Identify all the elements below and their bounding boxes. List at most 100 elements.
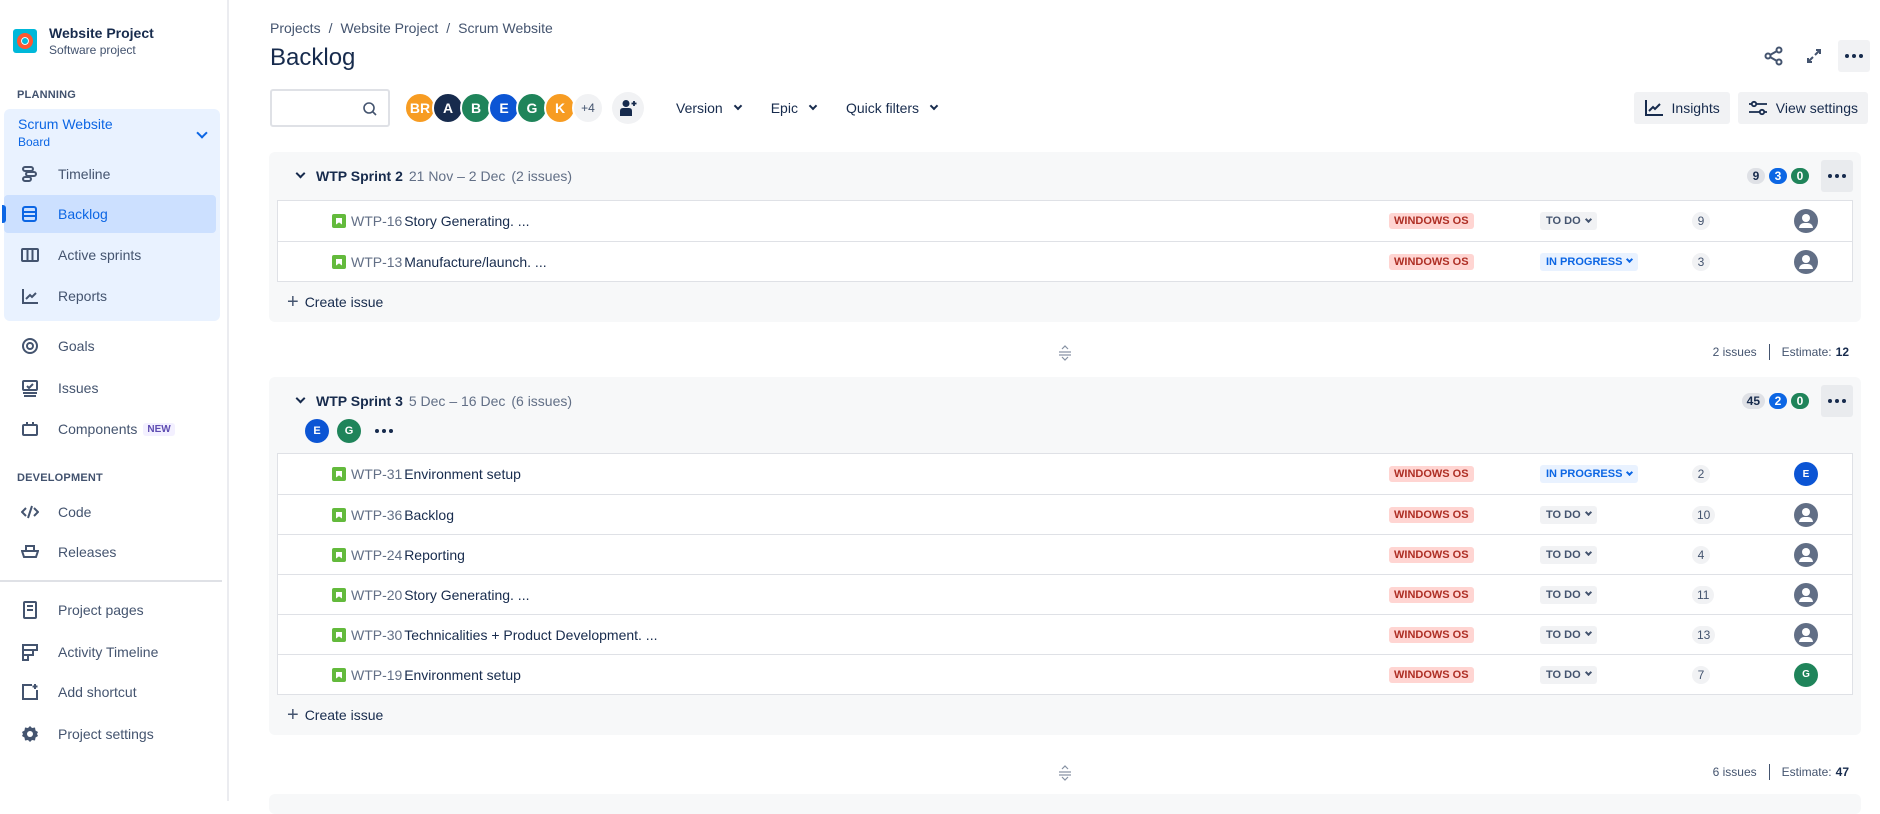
chevron-down-icon[interactable] — [295, 168, 306, 179]
issue-summary[interactable]: Manufacture/launch. ... — [404, 254, 546, 270]
assignee-avatar[interactable]: E — [1794, 462, 1818, 486]
unassigned-avatar-icon[interactable] — [1794, 622, 1818, 647]
unassigned-avatar-icon[interactable] — [1794, 582, 1818, 607]
chevron-down-icon[interactable] — [295, 393, 306, 404]
issue-key[interactable]: WTP-36 — [351, 507, 402, 523]
sidebar-item-code[interactable]: Code — [4, 493, 216, 531]
issue-row[interactable]: WTP-13 Manufacture/launch. ... WINDOWS OS I… — [278, 241, 1852, 281]
issue-summary[interactable]: Story Generating. ... — [404, 213, 529, 229]
epic-lozenge[interactable]: WINDOWS OS — [1389, 213, 1474, 229]
issue-summary[interactable]: Story Generating. ... — [404, 587, 529, 603]
insights-button[interactable]: Insights — [1633, 92, 1730, 124]
sidebar-item-add-shortcut[interactable]: Add shortcut — [4, 673, 216, 711]
issue-summary[interactable]: Environment setup — [404, 466, 521, 482]
resize-handle-icon[interactable] — [1058, 344, 1072, 362]
story-points-badge[interactable]: 2 — [1692, 465, 1710, 483]
status-dropdown[interactable]: TO DO — [1540, 545, 1597, 564]
status-dropdown[interactable]: IN PROGRESS — [1540, 252, 1639, 271]
search-input[interactable] — [270, 89, 390, 127]
issue-key[interactable]: WTP-13 — [351, 254, 402, 270]
resize-handle-icon[interactable] — [1058, 764, 1072, 782]
epic-lozenge[interactable]: WINDOWS OS — [1389, 506, 1474, 523]
breadcrumb-projects[interactable]: Projects — [270, 20, 321, 36]
issue-summary[interactable]: Reporting — [404, 547, 465, 563]
sidebar-item-components[interactable]: Components NEW — [4, 410, 216, 448]
status-dropdown[interactable]: TO DO — [1540, 212, 1597, 230]
project-header[interactable]: Website Project Software project — [13, 24, 154, 58]
more-actions-button[interactable] — [1838, 40, 1870, 72]
share-button[interactable] — [1758, 40, 1790, 72]
story-points-badge[interactable]: 11 — [1692, 585, 1715, 604]
epic-lozenge[interactable]: WINDOWS OS — [1389, 546, 1474, 563]
sidebar-item-reports[interactable]: Reports — [4, 277, 216, 315]
epic-lozenge[interactable]: WINDOWS OS — [1389, 586, 1474, 603]
version-filter[interactable]: Version — [672, 94, 745, 122]
epic-lozenge[interactable]: WINDOWS OS — [1389, 626, 1474, 643]
story-points-badge[interactable]: 9 — [1692, 212, 1710, 230]
sidebar-item-project-settings[interactable]: Project settings — [4, 715, 216, 753]
add-people-button[interactable] — [612, 92, 644, 124]
sidebar-item-backlog[interactable]: Backlog — [2, 195, 216, 233]
sprint-header[interactable]: WTP Sprint 3 5 Dec – 16 Dec (6 issues) 45 2 0 — [269, 377, 1861, 425]
issue-row[interactable]: WTP-20 Story Generating. ... WINDOWS OS TO … — [278, 574, 1852, 614]
board-selector[interactable]: Scrum Website Board — [18, 115, 113, 151]
status-dropdown[interactable]: IN PROGRESS — [1540, 465, 1639, 483]
create-issue-button[interactable]: + Create issue — [269, 695, 1861, 735]
story-points-badge[interactable]: 4 — [1692, 545, 1710, 564]
breadcrumb-project[interactable]: Website Project — [340, 20, 438, 36]
issue-key[interactable]: WTP-20 — [351, 587, 402, 603]
sidebar-item-active-sprints[interactable]: Active sprints — [4, 236, 216, 274]
issue-key[interactable]: WTP-30 — [351, 627, 402, 643]
issue-row[interactable]: WTP-16 Story Generating. ... WINDOWS OS TO … — [278, 201, 1852, 241]
more-icon[interactable] — [375, 429, 393, 433]
issue-row[interactable]: WTP-36 Backlog WINDOWS OS TO DO 10 — [278, 494, 1852, 534]
unassigned-avatar-icon[interactable] — [1794, 502, 1818, 527]
chevron-down-icon[interactable] — [196, 127, 208, 139]
story-points-badge[interactable]: 7 — [1692, 665, 1710, 684]
status-dropdown[interactable]: TO DO — [1540, 665, 1597, 684]
quick-filters[interactable]: Quick filters — [842, 94, 941, 122]
issue-key[interactable]: WTP-24 — [351, 547, 402, 563]
sidebar-item-activity-timeline[interactable]: Activity Timeline — [4, 633, 216, 671]
story-points-badge[interactable]: 3 — [1692, 252, 1710, 271]
goals-target-icon — [20, 336, 40, 356]
issue-summary[interactable]: Environment setup — [404, 667, 521, 683]
issue-row[interactable]: WTP-24 Reporting WINDOWS OS TO DO 4 — [278, 534, 1852, 574]
assignee-avatar[interactable]: G — [1794, 662, 1818, 687]
epic-lozenge[interactable]: WINDOWS OS — [1389, 253, 1474, 270]
status-dropdown[interactable]: TO DO — [1540, 585, 1597, 604]
issue-row[interactable]: WTP-31 Environment setup WINDOWS OS IN PROG… — [278, 454, 1852, 494]
status-dropdown[interactable]: TO DO — [1540, 505, 1597, 524]
issues-icon — [20, 378, 40, 398]
story-points-badge[interactable]: 10 — [1692, 505, 1716, 524]
epic-filter[interactable]: Epic — [767, 94, 820, 122]
sprint-more-button[interactable] — [1821, 160, 1853, 192]
sprint-more-button[interactable] — [1821, 385, 1853, 417]
sprint-header[interactable]: WTP Sprint 2 21 Nov – 2 Dec (2 issues) 9 3 0 — [269, 152, 1861, 200]
unassigned-avatar-icon[interactable] — [1794, 209, 1818, 233]
unassigned-avatar-icon[interactable] — [1794, 542, 1818, 567]
more-avatars-button[interactable]: +4 — [572, 92, 604, 124]
fullscreen-button[interactable] — [1798, 40, 1830, 72]
issue-key[interactable]: WTP-31 — [351, 466, 402, 482]
status-dropdown[interactable]: TO DO — [1540, 625, 1597, 644]
breadcrumb: Projects / Website Project / Scrum Website — [270, 20, 553, 36]
sidebar-item-goals[interactable]: Goals — [4, 327, 216, 365]
view-settings-button[interactable]: View settings — [1737, 92, 1868, 124]
sidebar-item-releases[interactable]: Releases — [4, 533, 216, 571]
story-points-badge[interactable]: 13 — [1692, 625, 1716, 644]
issue-summary[interactable]: Backlog — [404, 507, 454, 523]
unassigned-avatar-icon[interactable] — [1794, 249, 1818, 274]
sidebar-item-timeline[interactable]: Timeline — [4, 155, 216, 193]
epic-lozenge[interactable]: WINDOWS OS — [1389, 666, 1474, 683]
epic-lozenge[interactable]: WINDOWS OS — [1389, 466, 1474, 482]
breadcrumb-board[interactable]: Scrum Website — [458, 20, 553, 36]
create-issue-button[interactable]: + Create issue — [269, 282, 1861, 322]
sidebar-item-issues[interactable]: Issues — [4, 369, 216, 407]
issue-row[interactable]: WTP-19 Environment setup WINDOWS OS TO DO 7 G — [278, 654, 1852, 694]
sidebar-item-project-pages[interactable]: Project pages — [4, 591, 216, 629]
issue-key[interactable]: WTP-16 — [351, 213, 402, 229]
issue-key[interactable]: WTP-19 — [351, 667, 402, 683]
issue-row[interactable]: WTP-30 Technicalities + Product Developme… — [278, 614, 1852, 654]
issue-summary[interactable]: Technicalities + Product Development. ..… — [404, 627, 657, 643]
